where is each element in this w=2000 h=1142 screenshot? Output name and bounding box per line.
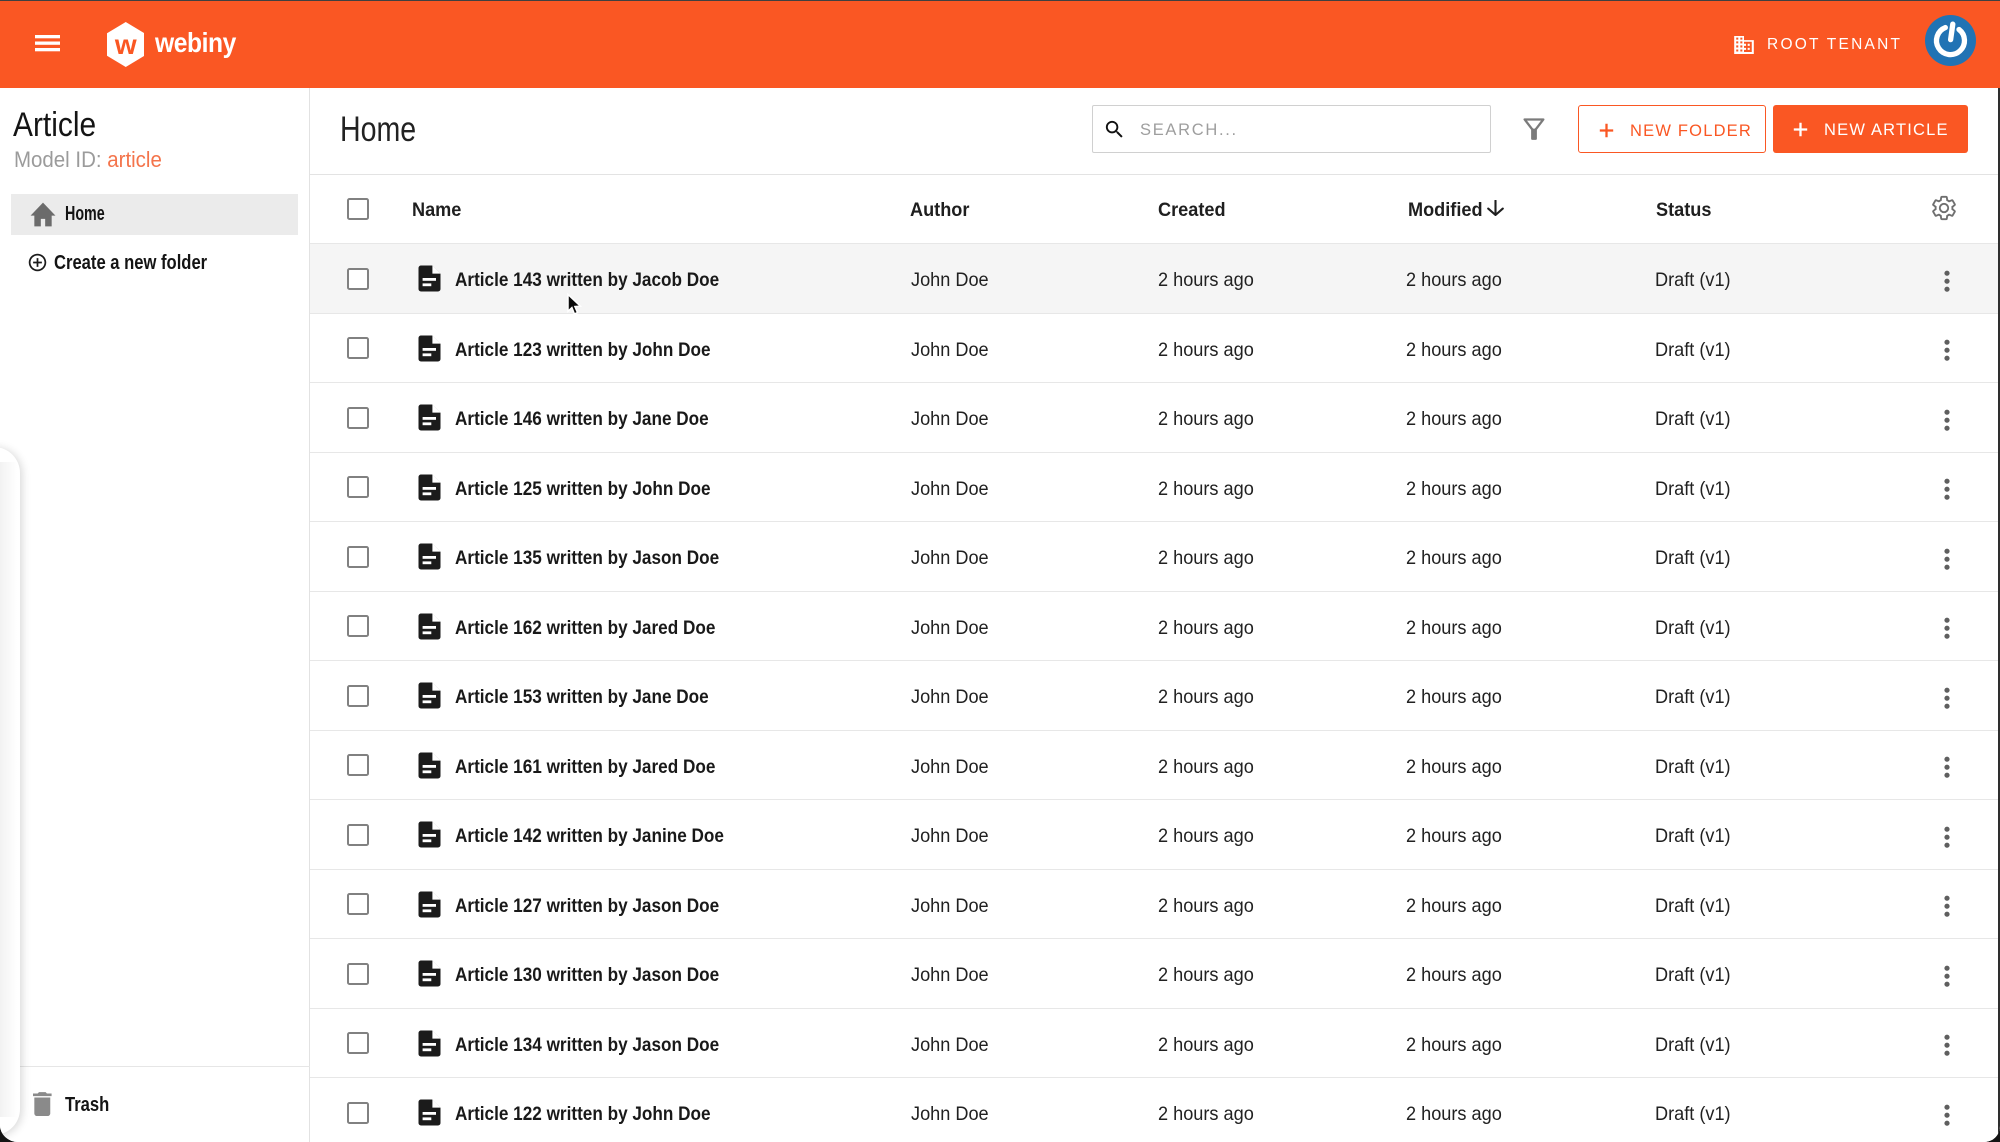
svg-text:w: w xyxy=(113,29,136,60)
